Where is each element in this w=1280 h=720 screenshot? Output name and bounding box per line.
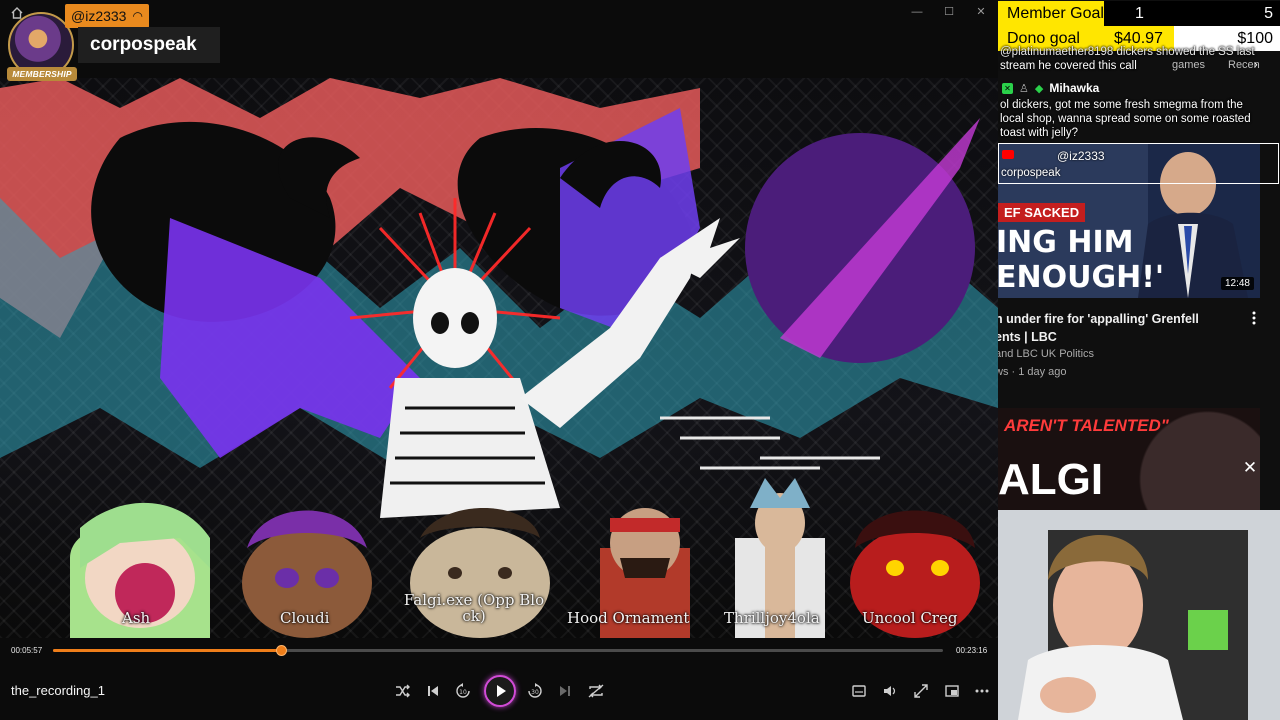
chat-message-2c: toast with jelly? <box>1000 127 1078 139</box>
side-panel: EF SACKED ING HIM ENOUGH!' 12:48 Member … <box>998 0 1280 720</box>
character-label-hood-ornament: Hood Ornament <box>567 609 690 627</box>
more-options-icon[interactable] <box>970 680 994 702</box>
time-current: 00:05:57 <box>11 646 43 655</box>
seek-bar[interactable] <box>53 645 943 656</box>
stream-header: MEMBERSHIP @iz2333 ◠ corpospeak <box>0 0 225 81</box>
membership-badge: MEMBERSHIP <box>7 67 77 81</box>
volume-icon[interactable] <box>878 680 902 702</box>
chevron-right-icon[interactable]: › <box>1254 59 1258 71</box>
chat-author-row: ✕ ♙ ◆ Mihawka <box>1002 81 1099 95</box>
member-goal: Member Goal 1 5 <box>998 1 1280 26</box>
play-button[interactable] <box>484 675 516 707</box>
handle-text: @iz2333 <box>71 8 127 24</box>
member-goal-label: Member Goal <box>998 1 1104 26</box>
member-goal-target: 5 <box>1264 5 1273 22</box>
webcam-feed <box>998 510 1280 720</box>
media-player: — ☐ ✕ Ash Cloudi Falgi.exe (Opp Blo ck) … <box>0 0 998 720</box>
popup-channel: corpospeak <box>1001 167 1061 179</box>
video-title-line-1: n under fire for 'appalling' Grenfell <box>998 312 1199 326</box>
recommended-video-thumbnail-2[interactable]: AREN'T TALENTED" ALGI <box>998 408 1260 510</box>
video-duration: 12:48 <box>1220 277 1254 290</box>
thumbnail-headline-1: ING HIM <box>998 225 1134 260</box>
popup-handle: @iz2333 <box>1057 149 1105 163</box>
seek-bar-area: 00:05:57 00:23:16 <box>0 640 998 662</box>
video-title[interactable]: n under fire for 'appalling' Grenfell en… <box>998 310 1235 346</box>
chat-message-2a: ol dickers, got me some fresh smegma fro… <box>1000 99 1243 111</box>
moderator-icon: ✕ <box>1002 82 1013 94</box>
character-label-cloudi: Cloudi <box>280 609 330 627</box>
chat-highlight-box: @iz2333 corpospeak <box>998 143 1279 184</box>
thumbnail-banner: EF SACKED <box>998 203 1086 222</box>
chat-message-2b: local shop, wanna spread some on some ro… <box>1000 113 1251 125</box>
close-window-icon[interactable]: ✕ <box>972 4 990 20</box>
seek-bar-thumb[interactable] <box>275 645 287 656</box>
album-artwork: Ash Cloudi Falgi.exe (Opp Blo ck) Hood O… <box>0 78 998 638</box>
close-icon[interactable]: ✕ <box>1242 459 1258 476</box>
file-name: the_recording_1 <box>11 683 105 698</box>
popout-icon[interactable] <box>940 680 964 702</box>
handle-tag: @iz2333 ◠ <box>65 4 149 28</box>
chat-message-1a: @platinumaether8198 dickers showed the S… <box>1000 46 1255 58</box>
channel-name: corpospeak <box>78 27 220 63</box>
svg-text:10: 10 <box>459 689 467 696</box>
character-label-ash: Ash <box>122 609 151 627</box>
fire-icon: ◠ <box>132 9 143 23</box>
forward-30-icon[interactable]: 30 <box>523 680 547 702</box>
thumbnail-headline-2: ENOUGH!' <box>998 260 1165 295</box>
member-goal-current: 1 <box>1135 5 1144 22</box>
video-meta: ws · 1 day ago <box>998 366 1067 378</box>
subtitles-icon[interactable] <box>847 680 871 702</box>
rewind-10-icon[interactable]: 10 <box>451 680 475 702</box>
thumbnail-2-big-text: ALGI <box>998 455 1104 504</box>
video-channel[interactable]: and LBC UK Politics <box>998 348 1094 360</box>
svg-text:30: 30 <box>531 689 539 696</box>
character-label-uncool-creg: Uncool Creg <box>862 609 958 627</box>
window-controls: — ☐ ✕ <box>908 4 990 20</box>
verified-icon: ◆ <box>1034 82 1044 95</box>
chat-author: Mihawka <box>1049 81 1100 95</box>
tab-games[interactable]: games <box>1172 59 1205 71</box>
character-label-thrilljoy: Thrilljoy4ola <box>724 609 820 627</box>
next-icon[interactable] <box>553 680 577 702</box>
user-icon: ♙ <box>1019 82 1029 95</box>
fullscreen-icon[interactable] <box>909 680 933 702</box>
thumbnail-2-caption: AREN'T TALENTED" <box>1004 416 1169 435</box>
character-label-falgi: Falgi.exe (Opp Blo ck) <box>403 591 545 625</box>
player-controls: the_recording_1 10 30 <box>0 665 998 720</box>
play-icon <box>497 685 506 697</box>
maximize-icon[interactable]: ☐ <box>940 4 958 20</box>
repeat-off-icon[interactable] <box>584 680 608 702</box>
shuffle-icon[interactable] <box>390 680 414 702</box>
seek-bar-progress <box>53 649 281 652</box>
video-more-icon[interactable] <box>1251 310 1257 326</box>
time-total: 00:23:16 <box>956 646 988 655</box>
youtube-icon <box>1002 150 1014 159</box>
chat-message-1b: stream he covered this call <box>1000 60 1137 72</box>
video-title-line-2: ents | LBC <box>998 330 1057 344</box>
minimize-icon[interactable]: — <box>908 4 926 20</box>
previous-icon[interactable] <box>421 680 445 702</box>
webcam-person-image <box>998 510 1280 720</box>
